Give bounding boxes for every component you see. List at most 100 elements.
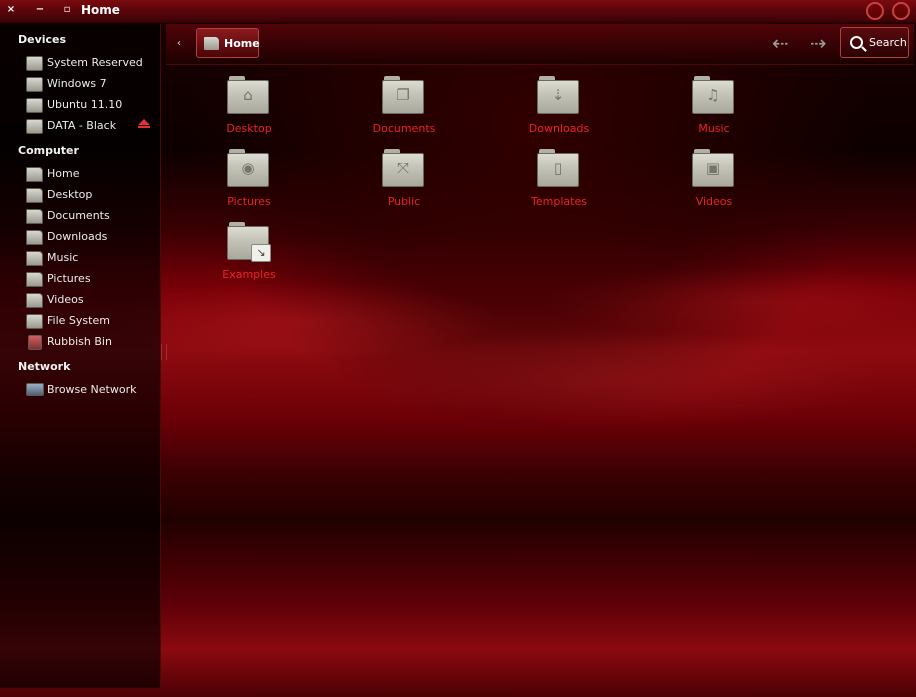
folder-label: Documents [372,122,436,135]
folder-public[interactable]: ⤧ Public [354,149,454,219]
drive-icon [26,56,43,71]
desktop-folder-icon [26,188,43,203]
eject-icon[interactable] [137,119,151,131]
sidebar-resize-handle[interactable] [161,344,167,360]
home-folder-icon [26,167,43,182]
sidebar-item-label: Downloads [47,230,108,243]
documents-folder-icon [26,209,43,224]
minimize-window-button[interactable]: − [33,3,47,17]
sidebar-item-rubbish-bin[interactable]: Rubbish Bin [26,333,156,353]
sidebar-item-windows-7[interactable]: Windows 7 [26,75,156,95]
home-folder-icon [204,37,219,50]
breadcrumb-scroll-left-button[interactable]: ‹ [177,38,181,49]
examples-folder-icon: ↘ [227,222,271,262]
sidebar-item-pictures[interactable]: Pictures [26,270,156,290]
symlink-badge-icon: ↘ [251,244,271,262]
folder-label: Videos [695,195,733,208]
back-button[interactable]: ⇠ [772,32,789,54]
sidebar-item-label: Music [47,251,79,264]
search-button[interactable]: Search [840,27,909,58]
sidebar-section-network: Network [18,360,71,373]
folder-label: Public [387,195,421,208]
forward-button[interactable]: ⇢ [810,32,827,54]
folder-label: Downloads [528,122,590,135]
sidebar-item-browse-network[interactable]: Browse Network [26,381,156,401]
sidebar-section-devices: Devices [18,33,67,46]
sidebar-item-label: Videos [47,293,84,306]
folder-emblem: ⌂ [243,86,253,104]
public-folder-icon: ⤧ [382,149,424,187]
sidebar-item-label: Documents [47,209,110,222]
sidebar: Devices System Reserved Windows 7 Ubuntu 11… [0,24,161,688]
folder-desktop[interactable]: ⌂ Desktop [199,76,299,146]
sidebar-item-music[interactable]: Music [26,249,156,269]
sidebar-item-downloads[interactable]: Downloads [26,228,156,248]
music-folder-icon [26,251,43,266]
breadcrumb-home-label: Home [224,37,260,50]
sidebar-item-videos[interactable]: Videos [26,291,156,311]
sidebar-item-desktop[interactable]: Desktop [26,186,156,206]
folder-pictures[interactable]: ◉ Pictures [199,149,299,219]
sidebar-item-system-reserved[interactable]: System Reserved [26,54,156,74]
folder-label: Pictures [227,195,271,208]
folder-examples[interactable]: ↘ Examples [199,222,299,292]
sidebar-section-computer: Computer [18,144,79,157]
downloads-folder-icon [26,230,43,245]
folder-emblem: ◉ [241,159,255,177]
folder-label: Examples [222,268,276,281]
close-window-button[interactable]: × [4,3,18,17]
ubuntu-logo-icon[interactable] [892,2,910,20]
videos-folder-icon [26,293,43,308]
search-icon [850,36,863,49]
folder-emblem: ♫ [706,86,720,104]
folder-emblem: ❐ [396,86,410,104]
file-system-icon [26,314,43,329]
folder-templates[interactable]: ▯ Templates [509,149,609,219]
templates-folder-icon: ▯ [537,149,579,187]
drive-icon [26,77,43,92]
drive-icon [26,98,43,113]
folder-emblem: ▯ [553,159,563,177]
folder-documents[interactable]: ❐ Documents [354,76,454,146]
folder-downloads[interactable]: ⇣ Downloads [509,76,609,146]
sidebar-item-documents[interactable]: Documents [26,207,156,227]
folder-label: Music [698,122,730,135]
breadcrumb-home-button[interactable]: Home [196,28,260,58]
search-button-label: Search [869,36,907,49]
documents-folder-icon: ❐ [382,76,424,114]
pictures-folder-icon: ◉ [227,149,269,187]
music-folder-icon: ♫ [692,76,734,114]
title-bar: × − ▫ Home [0,0,916,23]
folder-label: Templates [531,195,587,208]
toolbar: ‹ Home ⇠ ⇢ Search [166,24,914,65]
sidebar-item-file-system[interactable]: File System [26,312,156,332]
power-icon[interactable] [866,2,884,20]
sidebar-item-label: Ubuntu 11.10 [47,98,123,111]
maximize-window-button[interactable]: ▫ [60,3,74,17]
folder-music[interactable]: ♫ Music [664,76,764,146]
network-icon [26,383,44,396]
sidebar-item-ubuntu-11-10[interactable]: Ubuntu 11.10 [26,96,156,116]
drive-icon [26,119,43,134]
sidebar-item-label: Rubbish Bin [47,335,112,348]
sidebar-item-label: Windows 7 [47,77,107,90]
sidebar-item-label: Desktop [47,188,93,201]
folder-videos[interactable]: ▣ Videos [664,149,764,219]
pictures-folder-icon [26,272,43,287]
folder-label: Desktop [226,122,272,135]
downloads-folder-icon: ⇣ [537,76,579,114]
sidebar-item-label: Pictures [47,272,91,285]
sidebar-item-label: Browse Network [47,383,137,396]
sidebar-item-home[interactable]: Home [26,165,156,185]
sidebar-item-label: DATA - Black [47,119,117,132]
sidebar-item-label: System Reserved [47,56,143,69]
sidebar-item-label: File System [47,314,110,327]
folder-emblem: ⇣ [551,86,565,104]
videos-folder-icon: ▣ [692,149,734,187]
rubbish-bin-icon [28,335,42,350]
sidebar-item-label: Home [47,167,80,180]
folder-emblem: ⤧ [396,159,409,177]
folder-emblem: ▣ [705,159,721,177]
desktop-folder-icon: ⌂ [227,76,269,114]
window-title: Home [81,3,120,17]
